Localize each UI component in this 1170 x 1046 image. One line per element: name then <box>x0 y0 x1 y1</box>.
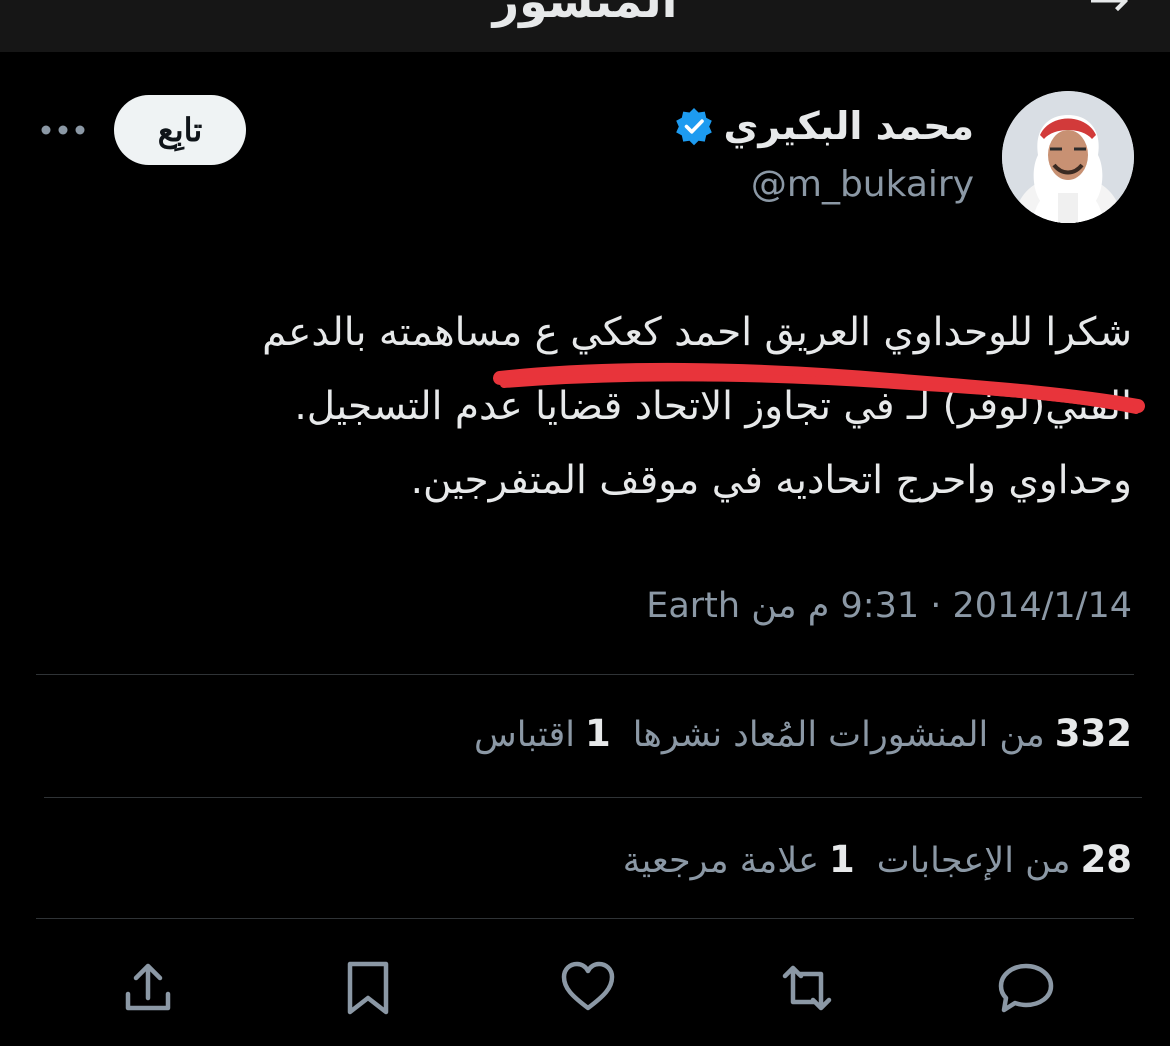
reposts-label: من المنشورات المُعاد نشرها <box>632 715 1045 755</box>
repost-stats-row: 332 من المنشورات المُعاد نشرها 1 اقتباس <box>474 712 1132 755</box>
likes-stat[interactable]: 28 من الإعجابات <box>877 838 1132 881</box>
more-options-icon[interactable] <box>40 124 86 136</box>
tweet-line: شكرا للوحداوي العريق احمد كعكي ع مساهمته… <box>262 310 1132 355</box>
bookmarks-label: علامة مرجعية <box>622 841 820 881</box>
back-arrow-icon[interactable]: → <box>1088 0 1130 28</box>
reposts-count: 332 <box>1054 712 1132 755</box>
tweet-line: الفني(لوفر) لـ في تجاوز الاتحاد قضايا عد… <box>294 384 1132 429</box>
repost-icon[interactable] <box>777 958 837 1018</box>
quotes-label: اقتباس <box>474 715 576 755</box>
display-name[interactable]: محمد البكيري <box>724 104 974 148</box>
like-stats-row: 28 من الإعجابات 1 علامة مرجعية <box>623 838 1132 881</box>
tweet-text: شكرا للوحداوي العريق احمد كعكي ع مساهمته… <box>60 296 1132 518</box>
follow-button[interactable]: تابِع <box>114 95 246 165</box>
author-handle[interactable]: @m_bukairy <box>751 164 974 205</box>
avatar-photo <box>1002 91 1134 223</box>
bookmark-icon[interactable] <box>338 958 398 1018</box>
quotes-count: 1 <box>585 712 611 755</box>
bookmarks-count: 1 <box>829 838 855 881</box>
like-icon[interactable] <box>558 958 618 1018</box>
bookmarks-stat[interactable]: 1 علامة مرجعية <box>623 838 855 881</box>
likes-label: من الإعجابات <box>876 841 1071 881</box>
tweet-line: وحداوي واحرج اتحاديه في موقف المتفرجين. <box>410 458 1132 503</box>
share-icon[interactable] <box>118 958 178 1018</box>
reposts-stat[interactable]: 332 من المنشورات المُعاد نشرها <box>633 712 1132 755</box>
quotes-stat[interactable]: 1 اقتباس <box>474 712 611 755</box>
avatar[interactable] <box>1002 91 1134 223</box>
tweet-timestamp[interactable]: 2014/1/14 · 9:31 م من Earth <box>646 586 1132 626</box>
page-title: المنشور <box>492 0 678 28</box>
divider <box>36 918 1134 919</box>
divider <box>36 674 1134 675</box>
top-bar: المنشور → <box>0 0 1170 52</box>
reply-icon[interactable] <box>996 958 1056 1018</box>
author-name-row[interactable]: محمد البكيري <box>674 104 974 148</box>
verified-badge-icon <box>675 108 712 146</box>
divider <box>44 797 1142 798</box>
likes-count: 28 <box>1080 838 1133 881</box>
